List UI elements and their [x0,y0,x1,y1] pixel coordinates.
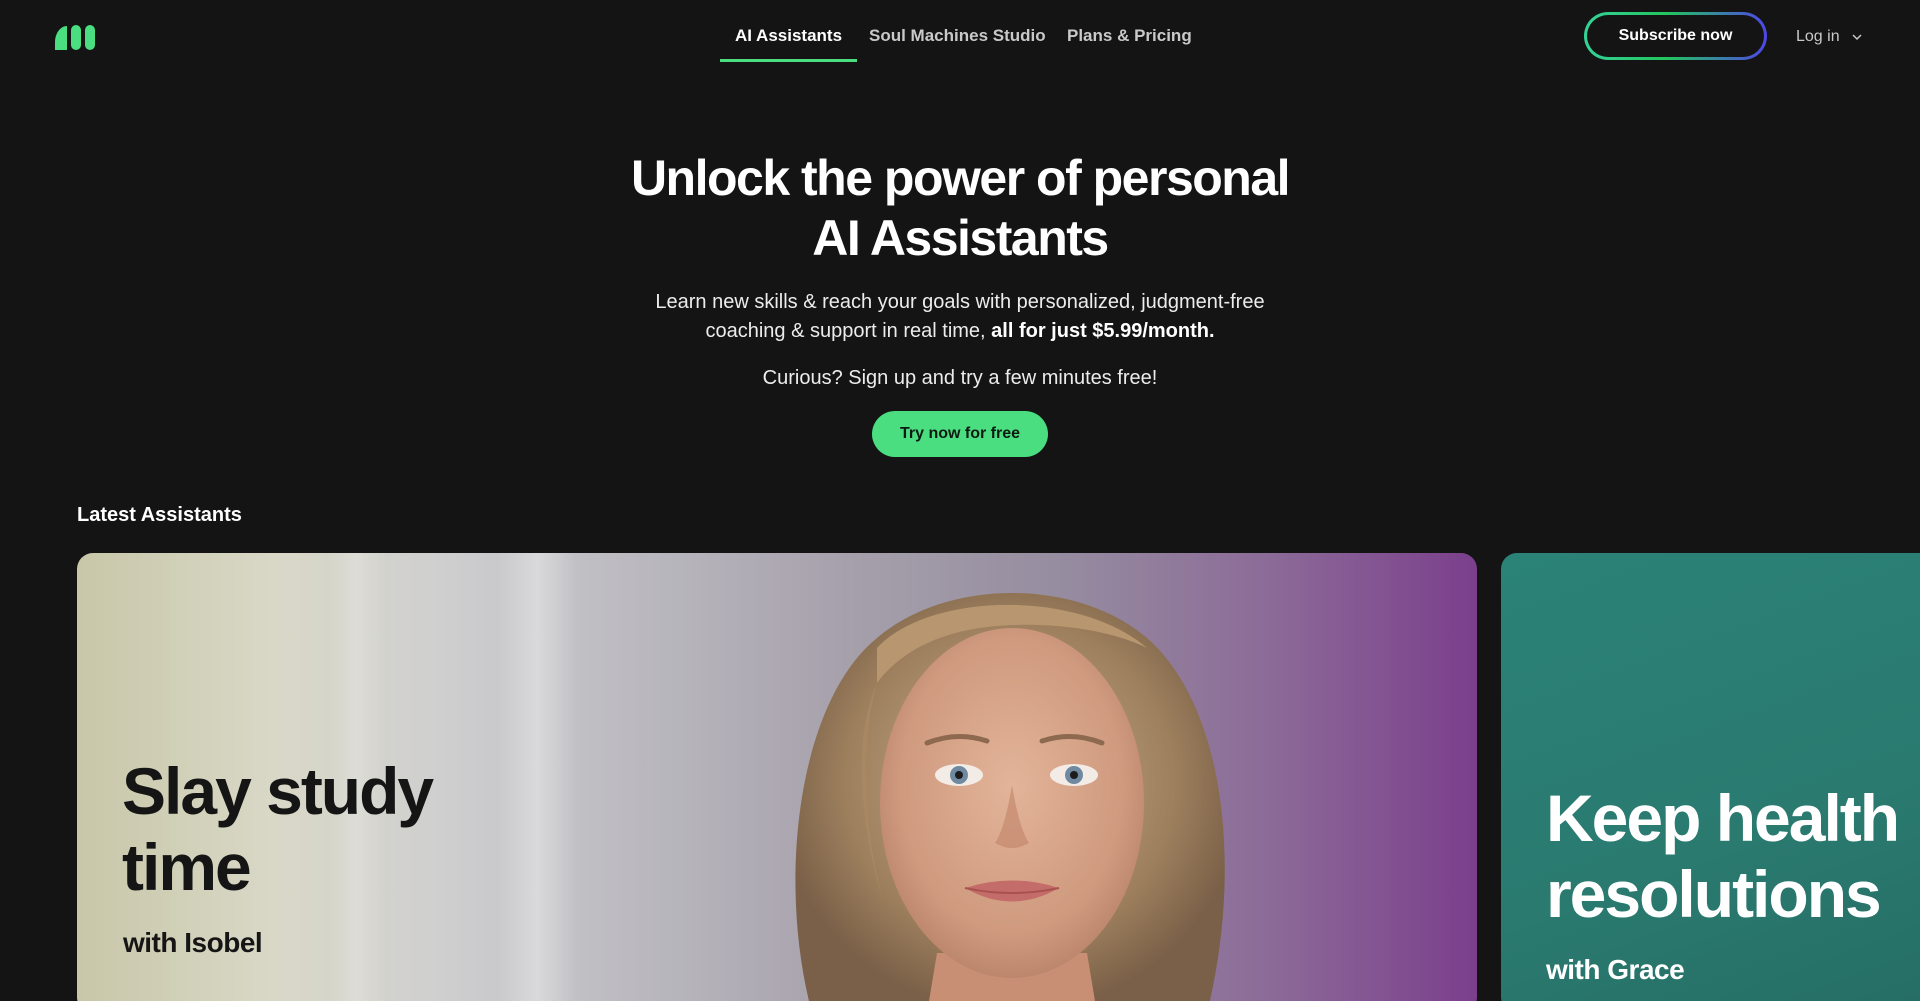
hero-subtitle-line-1: Learn new skills & reach your goals with… [655,291,1265,313]
hero-subtitle: Learn new skills & reach your goals with… [560,288,1360,346]
grace-card-subtitle: with Grace [1546,954,1685,985]
login-label: Log in [1796,28,1840,45]
nav-ai-assistants[interactable]: AI Assistants [720,26,857,62]
grace-card-headline: Keep health resolutions [1546,780,1920,932]
subscribe-button[interactable]: Subscribe now [1584,12,1767,60]
try-now-button[interactable]: Try now for free [872,411,1048,457]
chevron-down-icon [1852,34,1862,41]
hero-title: Unlock the power of personal AI Assistan… [460,148,1460,268]
nav-plans-pricing[interactable]: Plans & Pricing [1067,26,1192,62]
nav-soul-machines-studio[interactable]: Soul Machines Studio [869,26,1046,62]
grace-headline-line-1: Keep health [1546,781,1900,855]
hero-title-line-2: AI Assistants [812,210,1109,266]
grace-headline-line-2: resolutions [1546,857,1882,931]
isobel-card-headline: Slay study time [122,753,542,905]
latest-assistants-title: Latest Assistants [77,504,242,526]
soul-machines-logo-icon[interactable] [52,22,98,52]
isobel-card-subtitle: with Isobel [123,927,263,958]
login-menu[interactable]: Log in [1796,26,1864,48]
isobel-headline-line-1: Slay study [122,754,434,828]
top-navigation-bar: AI Assistants Soul Machines Studio Plans… [0,0,1920,74]
hero-price-text: all for just $5.99/month. [991,320,1215,342]
isobel-headline-line-2: time [122,830,252,904]
assistant-card-grace[interactable]: Keep health resolutions with Grace [1501,553,1920,1001]
hero-subtitle-line-2: coaching & support in real time, all for… [560,317,1360,346]
hero-curious-text: Curious? Sign up and try a few minutes f… [762,367,1158,389]
hero-subtitle-line-2-text: coaching & support in real time, [705,320,992,342]
subscribe-button-label: Subscribe now [1587,15,1764,57]
assistant-card-isobel[interactable]: Slay study time with Isobel [77,553,1477,1001]
page: AI Assistants Soul Machines Studio Plans… [0,0,1920,1001]
hero-title-line-1: Unlock the power of personal [630,150,1291,206]
